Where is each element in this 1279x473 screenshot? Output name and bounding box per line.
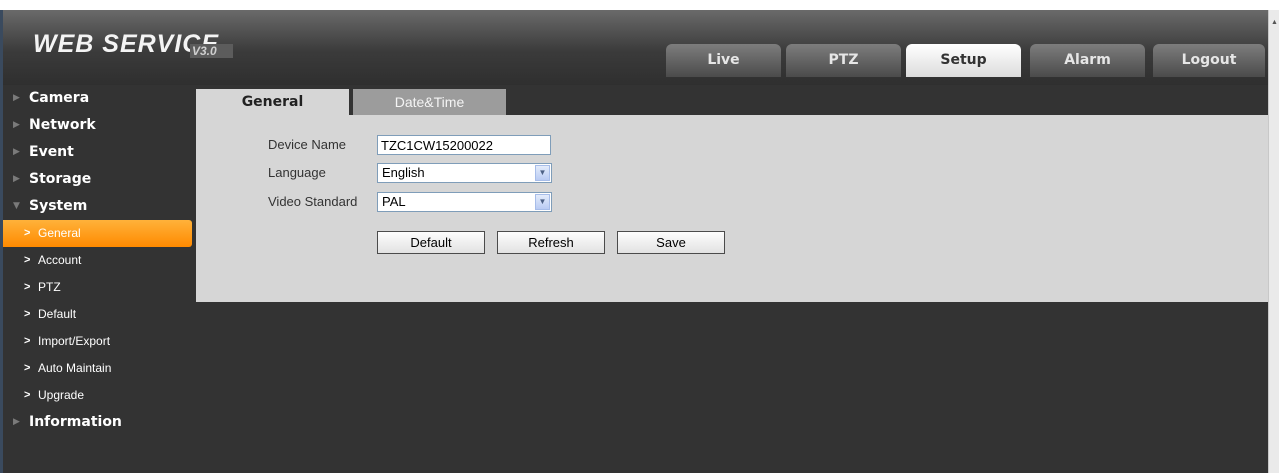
chevron-right-icon: >: [24, 281, 31, 293]
vertical-scrollbar[interactable]: ▲: [1268, 10, 1279, 473]
nav-setup-button[interactable]: Setup: [906, 44, 1021, 77]
collapsed-arrow-icon: ▶: [13, 120, 20, 130]
chevron-right-icon: >: [24, 308, 31, 320]
tab-date-time[interactable]: Date&Time: [353, 89, 506, 115]
sidebar-item-camera[interactable]: ▶ Camera: [3, 85, 194, 112]
sidebar-item-label: Camera: [29, 90, 90, 106]
sidebar-subitem-import-export[interactable]: > Import/Export: [3, 328, 194, 355]
sidebar-item-label: Network: [29, 117, 96, 133]
nav-ptz-button[interactable]: PTZ: [786, 44, 901, 77]
collapsed-arrow-icon: ▶: [13, 174, 20, 184]
general-settings-panel: Device Name TZC1CW15200022 Language Engl…: [196, 115, 1268, 302]
dropdown-arrow-icon[interactable]: ▼: [535, 165, 550, 181]
tab-general[interactable]: General: [196, 89, 349, 115]
chevron-right-icon: >: [24, 227, 31, 239]
sidebar-item-label: System: [29, 198, 88, 214]
collapsed-arrow-icon: ▶: [13, 93, 20, 103]
device-name-field[interactable]: TZC1CW15200022: [377, 135, 551, 155]
sidebar-menu: ▶ Camera ▶ Network ▶ Event ▶ Storage ▼ S…: [3, 85, 194, 436]
chevron-right-icon: >: [24, 389, 31, 401]
sidebar-subitem-account[interactable]: > Account: [3, 247, 194, 274]
video-standard-label: Video Standard: [268, 194, 358, 209]
sidebar-subitem-label: Default: [38, 307, 77, 321]
sidebar-item-label: Information: [29, 414, 122, 430]
header: WEB SERVICE V3.0 Live PTZ Setup Alarm Lo…: [3, 10, 1268, 85]
sidebar-subitem-label: General: [38, 226, 81, 240]
default-button[interactable]: Default: [377, 231, 485, 254]
sidebar-subitem-label: PTZ: [38, 280, 61, 294]
collapsed-arrow-icon: ▶: [13, 417, 20, 427]
save-button[interactable]: Save: [617, 231, 725, 254]
device-name-label: Device Name: [268, 137, 347, 152]
sidebar-subitem-label: Auto Maintain: [38, 361, 112, 375]
chevron-right-icon: >: [24, 335, 31, 347]
nav-alarm-button[interactable]: Alarm: [1030, 44, 1145, 77]
language-value: English: [382, 165, 425, 180]
sidebar-subitem-default[interactable]: > Default: [3, 301, 194, 328]
sidebar-subitem-ptz[interactable]: > PTZ: [3, 274, 194, 301]
logo-version: V3.0: [190, 44, 233, 58]
video-standard-value: PAL: [382, 194, 406, 209]
sidebar-item-storage[interactable]: ▶ Storage: [3, 166, 194, 193]
chevron-right-icon: >: [24, 254, 31, 266]
video-standard-select[interactable]: PAL ▼: [377, 192, 552, 212]
expanded-arrow-icon: ▼: [13, 201, 20, 211]
sidebar-subitem-upgrade[interactable]: > Upgrade: [3, 382, 194, 409]
chevron-right-icon: >: [24, 362, 31, 374]
sidebar-item-label: Event: [29, 144, 74, 160]
refresh-button[interactable]: Refresh: [497, 231, 605, 254]
nav-live-button[interactable]: Live: [666, 44, 781, 77]
collapsed-arrow-icon: ▶: [13, 147, 20, 157]
nav-logout-button[interactable]: Logout: [1153, 44, 1265, 77]
sidebar-item-label: Storage: [29, 171, 92, 187]
sidebar-item-information[interactable]: ▶ Information: [3, 409, 194, 436]
sidebar-subitem-label: Account: [38, 253, 82, 267]
scroll-up-icon[interactable]: ▲: [1270, 18, 1279, 28]
sidebar-subitem-general[interactable]: > General: [3, 220, 192, 247]
sidebar-item-network[interactable]: ▶ Network: [3, 112, 194, 139]
language-label: Language: [268, 165, 326, 180]
sidebar-item-event[interactable]: ▶ Event: [3, 139, 194, 166]
sidebar-item-system[interactable]: ▼ System: [3, 193, 194, 220]
language-select[interactable]: English ▼: [377, 163, 552, 183]
sidebar-subitem-label: Upgrade: [38, 388, 85, 402]
sidebar-subitem-label: Import/Export: [38, 334, 111, 348]
dropdown-arrow-icon[interactable]: ▼: [535, 194, 550, 210]
sidebar-subitem-auto-maintain[interactable]: > Auto Maintain: [3, 355, 194, 382]
